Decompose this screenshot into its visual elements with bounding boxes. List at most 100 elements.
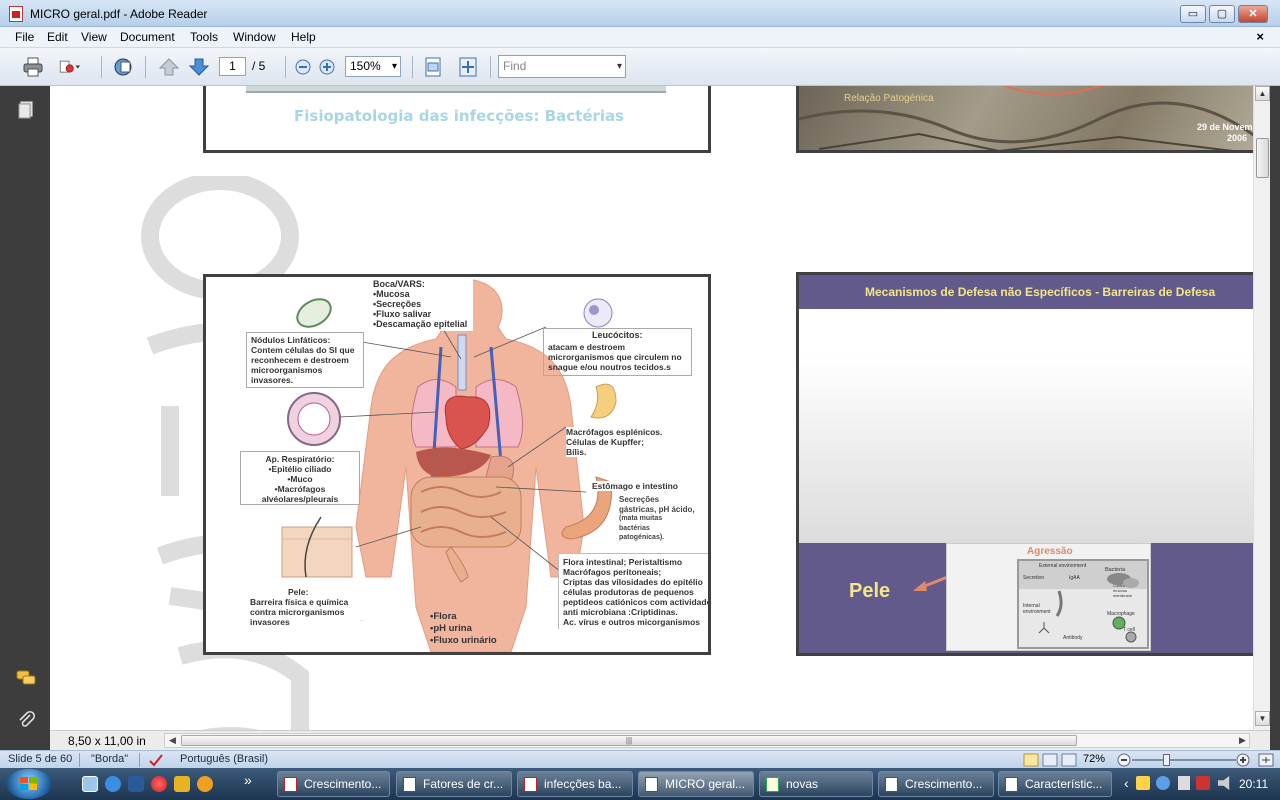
- zoom-out-circle-icon[interactable]: [1117, 753, 1131, 767]
- taskbar-item-active[interactable]: MICRO geral...: [638, 771, 754, 797]
- text-line: Ac. vírus e outros micorganismos: [563, 617, 700, 627]
- taskbar-item[interactable]: infecções ba...: [517, 771, 633, 797]
- previous-page-icon[interactable]: [158, 57, 180, 77]
- switch-windows-icon[interactable]: [128, 776, 144, 792]
- taskbar-item[interactable]: Crescimento...: [878, 771, 994, 797]
- boca-item: •Descamação epitelial: [373, 319, 468, 329]
- taskbar-item[interactable]: Crescimento...: [277, 771, 390, 797]
- text-line: microrganismos que circulem no: [548, 352, 682, 362]
- zoom-select[interactable]: 150%: [345, 56, 401, 77]
- find-input[interactable]: Find: [498, 55, 626, 78]
- firefox-icon[interactable]: [197, 776, 213, 792]
- document-close-icon[interactable]: ×: [1256, 29, 1264, 44]
- chrome-icon[interactable]: [151, 776, 167, 792]
- toolbar-separator: [412, 56, 413, 78]
- menu-file[interactable]: File: [15, 30, 34, 44]
- quicklaunch-more-icon[interactable]: »: [244, 772, 252, 788]
- spelling-check-icon[interactable]: [148, 753, 164, 767]
- zoom-out-icon[interactable]: [294, 57, 312, 77]
- fit-page-icon[interactable]: [457, 57, 479, 77]
- horizontal-scroll-thumb[interactable]: |||: [181, 735, 1077, 746]
- show-desktop-icon[interactable]: [82, 776, 98, 792]
- text-line: Macrófagos esplénicos.: [566, 427, 663, 437]
- vertical-scroll-thumb[interactable]: [1256, 138, 1269, 178]
- scroll-up-arrow-icon[interactable]: ▲: [1255, 86, 1270, 101]
- reader-status-bar: 8,50 x 11,00 in ◀ ||| ▶: [50, 730, 1270, 750]
- text-line: patogénicas).: [619, 534, 665, 541]
- pdf-icon: [403, 777, 416, 792]
- zoom-in-circle-icon[interactable]: [1236, 753, 1250, 767]
- menu-document[interactable]: Document: [120, 30, 175, 44]
- vertical-scrollbar[interactable]: ▲ ▼: [1253, 86, 1270, 730]
- clock[interactable]: 20:11: [1239, 777, 1268, 791]
- scroll-right-arrow-icon[interactable]: ▶: [1235, 733, 1250, 748]
- zoom-slider-handle[interactable]: [1163, 754, 1170, 766]
- slide-thumbnail-3[interactable]: Boca/VARS: •Mucosa •Secreções •Fluxo sal…: [203, 274, 711, 655]
- powerpoint-icon: [1005, 777, 1018, 792]
- pages-panel-icon[interactable]: [16, 100, 36, 120]
- taskbar-item[interactable]: Fatores de cr...: [396, 771, 512, 797]
- toolbar-separator: [490, 56, 491, 78]
- slide-thumbnail-2[interactable]: Relação Patogénica 29 de Novem 2006: [796, 86, 1253, 153]
- battery-icon[interactable]: [1178, 776, 1190, 790]
- collaborate-icon[interactable]: [112, 57, 134, 77]
- right-frame: [1270, 86, 1280, 750]
- menu-window[interactable]: Window: [233, 30, 276, 44]
- slide-4-header: Mecanismos de Defesa não Específicos - B…: [799, 275, 1253, 309]
- bluetooth-icon[interactable]: [1156, 776, 1170, 790]
- horizontal-scrollbar[interactable]: ◀ ||| ▶: [164, 733, 1250, 748]
- taskbar-item-label: Crescimento...: [304, 777, 382, 791]
- menu-help[interactable]: Help: [291, 30, 316, 44]
- folder-icon[interactable]: [174, 776, 190, 792]
- boca-item: •Mucosa: [373, 289, 410, 299]
- network-warning-icon[interactable]: [1196, 776, 1210, 790]
- text-line: Barreira física e química: [250, 597, 349, 607]
- view-buttons-icon[interactable]: [1023, 753, 1079, 767]
- zoom-in-icon[interactable]: [318, 57, 336, 77]
- text-line: Ap. Respiratório:: [265, 454, 335, 464]
- print-icon[interactable]: [22, 57, 44, 77]
- taskbar-item[interactable]: novas: [759, 771, 873, 797]
- close-button[interactable]: ✕: [1238, 5, 1268, 23]
- menu-tools[interactable]: Tools: [190, 30, 218, 44]
- fit-to-window-icon[interactable]: [1258, 753, 1274, 767]
- text-line: Flora intestinal; Peristaltismo: [563, 557, 683, 567]
- next-page-icon[interactable]: [188, 57, 210, 77]
- scroll-left-arrow-icon[interactable]: ◀: [165, 733, 180, 748]
- adobe-pdf-icon: [9, 6, 23, 22]
- minimize-button[interactable]: ▭: [1180, 5, 1206, 23]
- page-number-input[interactable]: 1: [219, 57, 246, 76]
- comments-icon[interactable]: [16, 668, 36, 688]
- tray-expand-icon[interactable]: ‹: [1124, 775, 1129, 791]
- attachments-icon[interactable]: [16, 710, 36, 730]
- volume-icon[interactable]: [1218, 776, 1230, 790]
- document-viewport[interactable]: Fisiopatologia das infecções: Bactérias …: [50, 86, 1253, 730]
- pdf-icon: [524, 777, 537, 792]
- slide-2-caption: Relação Patogénica: [844, 93, 934, 104]
- status-separator: [79, 753, 80, 767]
- taskbar-item-label: Crescimento...: [905, 777, 983, 791]
- scroll-down-arrow-icon[interactable]: ▼: [1255, 711, 1270, 726]
- zoom-slider-track[interactable]: [1132, 759, 1236, 761]
- text-line: Células de Kupffer;: [566, 437, 644, 447]
- create-pdf-icon[interactable]: [58, 57, 80, 77]
- internet-explorer-icon[interactable]: [105, 776, 121, 792]
- slide-thumbnail-1[interactable]: Fisiopatologia das infecções: Bactérias: [203, 86, 711, 153]
- maximize-button[interactable]: ▢: [1209, 5, 1235, 23]
- tray-app-icon[interactable]: [1136, 776, 1150, 790]
- menu-edit[interactable]: Edit: [47, 30, 68, 44]
- taskbar-item[interactable]: Característic...: [998, 771, 1112, 797]
- start-button[interactable]: [6, 769, 52, 799]
- flora-intestinal-label: Flora intestinal; Peristaltismo Macrófag…: [558, 553, 711, 629]
- slide-4-title: Mecanismos de Defesa não Específicos - B…: [865, 285, 1216, 299]
- zoom-percentage[interactable]: 72%: [1083, 753, 1105, 765]
- language-label[interactable]: Português (Brasil): [180, 753, 268, 765]
- text-line: peptideos catiónicos com actividade: [563, 597, 711, 607]
- text-line: •Muco: [287, 474, 313, 484]
- menu-view[interactable]: View: [81, 30, 107, 44]
- fit-width-icon[interactable]: [422, 57, 444, 77]
- text-line: Secreções: [619, 495, 660, 504]
- left-navigation-pane: [0, 86, 50, 750]
- slide-thumbnail-4[interactable]: Mecanismos de Defesa não Específicos - B…: [796, 272, 1253, 656]
- nodulos-label: Nódulos Linfáticos: Contem células do SI…: [246, 332, 364, 388]
